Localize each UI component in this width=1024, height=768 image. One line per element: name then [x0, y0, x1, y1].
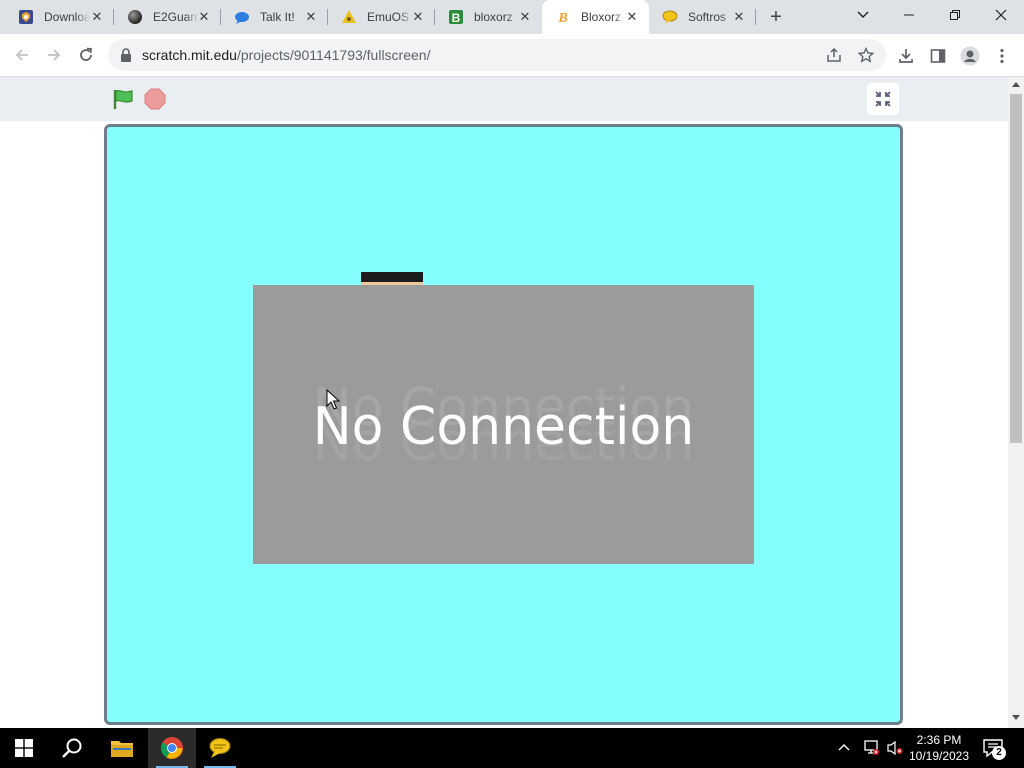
volume-muted-icon[interactable]	[886, 740, 904, 756]
windows-logo-icon	[15, 739, 33, 757]
folder-icon	[111, 741, 133, 757]
mouse-cursor-icon	[326, 389, 340, 410]
emuos-icon	[341, 9, 357, 25]
tab-title: Bloxorz	[581, 10, 622, 24]
tab-bloxorz-1[interactable]: B bloxorz ✕	[435, 0, 542, 34]
tab-e2guardian[interactable]: E2Guardian ✕	[114, 0, 221, 34]
clock-date: 10/19/2023	[908, 749, 970, 763]
restore-button[interactable]	[932, 0, 978, 30]
exit-fullscreen-button[interactable]	[867, 83, 899, 115]
yellow-bubble-icon	[209, 738, 231, 758]
tab-title: EmuOS	[367, 10, 410, 24]
menu-button[interactable]	[990, 44, 1014, 68]
tab-title: bloxorz	[474, 10, 513, 24]
browser-toolbar: scratch.mit.edu/projects/901141793/fulls…	[0, 34, 1024, 77]
profile-button[interactable]	[958, 44, 982, 68]
svg-text:B: B	[557, 11, 567, 25]
close-icon[interactable]: ✕	[731, 9, 747, 25]
block-sprite	[361, 272, 423, 286]
scroll-up-arrow-icon[interactable]	[1012, 82, 1020, 87]
close-window-button[interactable]	[978, 0, 1024, 30]
tray-expand-icon[interactable]	[838, 740, 850, 754]
close-icon[interactable]: ✕	[624, 9, 640, 25]
notification-badge: 2	[992, 746, 1006, 760]
url-path: /projects/901141793/fullscreen/	[236, 47, 431, 63]
tab-title: Softros	[688, 10, 727, 24]
scratch-fullscreen-page: No Connection No Connection No Connectio…	[0, 77, 1008, 728]
network-disconnected-icon[interactable]	[862, 740, 880, 756]
restore-icon	[950, 10, 960, 20]
tab-downloads[interactable]: Downloads ✕	[0, 0, 114, 34]
tab-talk-it[interactable]: Talk It! ✕	[221, 0, 328, 34]
minimize-button[interactable]	[886, 0, 932, 30]
download-icon	[899, 49, 913, 63]
arrow-right-icon	[48, 49, 61, 61]
project-stage[interactable]: No Connection No Connection No Connectio…	[104, 124, 903, 725]
search-icon	[62, 738, 82, 758]
share-icon	[827, 47, 841, 62]
tab-search-button[interactable]	[840, 0, 886, 30]
forward-button[interactable]	[40, 41, 68, 69]
reload-icon	[80, 47, 93, 61]
side-panel-button[interactable]	[926, 44, 950, 68]
svg-text:B: B	[452, 11, 461, 25]
close-icon[interactable]: ✕	[89, 9, 105, 25]
lock-icon[interactable]	[120, 48, 132, 62]
scroll-thumb[interactable]	[1010, 94, 1022, 443]
reload-button[interactable]	[72, 41, 100, 69]
clock-time: 2:36 PM	[916, 733, 962, 747]
minimize-icon	[904, 14, 914, 16]
tab-strip: Downloads ✕ E2Guardian ✕ Talk It! ✕ EmuO…	[0, 0, 1024, 34]
side-panel-icon	[930, 49, 946, 63]
bookmark-button[interactable]	[856, 45, 876, 65]
tab-title: E2Guardian	[153, 10, 199, 24]
stop-sign-icon[interactable]	[144, 88, 166, 110]
taskbar-clock[interactable]: 2:36 PM 10/19/2023	[904, 732, 974, 764]
chrome-icon	[161, 737, 183, 759]
avatar-icon	[960, 46, 980, 66]
share-button[interactable]	[824, 45, 844, 65]
green-b-icon: B	[448, 9, 464, 25]
arrow-left-icon	[15, 49, 28, 61]
downloads-button[interactable]	[894, 44, 918, 68]
tab-title: Downloads	[44, 10, 90, 24]
dark-sphere-icon	[127, 9, 143, 25]
search-button[interactable]	[48, 728, 96, 768]
close-icon	[995, 9, 1007, 21]
new-tab-button[interactable]: +	[764, 5, 788, 29]
tab-bloxorz-active[interactable]: B Bloxorz ✕	[542, 0, 649, 34]
close-icon[interactable]: ✕	[410, 9, 426, 25]
chevron-down-icon	[857, 11, 869, 18]
no-connection-panel: No Connection No Connection No Connectio…	[253, 285, 754, 564]
close-icon[interactable]: ✕	[196, 9, 212, 25]
scroll-down-arrow-icon[interactable]	[1012, 715, 1020, 720]
talk-bubble-icon	[234, 9, 250, 25]
tab-softros[interactable]: Softros ✕	[649, 0, 756, 34]
star-icon	[858, 47, 874, 63]
fox-shield-icon	[18, 9, 34, 25]
address-bar[interactable]: scratch.mit.edu/projects/901141793/fulls…	[108, 39, 886, 71]
tab-title: Talk It!	[260, 10, 295, 24]
windows-taskbar: 2:36 PM 10/19/2023 2	[0, 728, 1024, 768]
close-icon[interactable]: ✕	[303, 9, 319, 25]
url-text[interactable]: scratch.mit.edu/projects/901141793/fulls…	[142, 47, 430, 63]
softros-taskbar-button[interactable]	[196, 728, 244, 768]
back-button[interactable]	[8, 41, 36, 69]
chrome-taskbar-button[interactable]	[148, 728, 196, 768]
green-flag-icon[interactable]	[112, 88, 134, 110]
vertical-scrollbar[interactable]	[1008, 77, 1024, 728]
yellow-bubble-icon	[662, 9, 678, 25]
kebab-menu-icon	[1000, 48, 1004, 64]
exit-fullscreen-icon	[875, 91, 891, 107]
stage-controls-bar	[0, 77, 1008, 121]
orange-b-icon: B	[555, 9, 571, 25]
close-icon[interactable]: ✕	[517, 9, 533, 25]
start-button[interactable]	[0, 728, 48, 768]
tab-emuos[interactable]: EmuOS ✕	[328, 0, 435, 34]
url-host: scratch.mit.edu	[142, 47, 237, 63]
file-explorer-button[interactable]	[98, 728, 146, 768]
